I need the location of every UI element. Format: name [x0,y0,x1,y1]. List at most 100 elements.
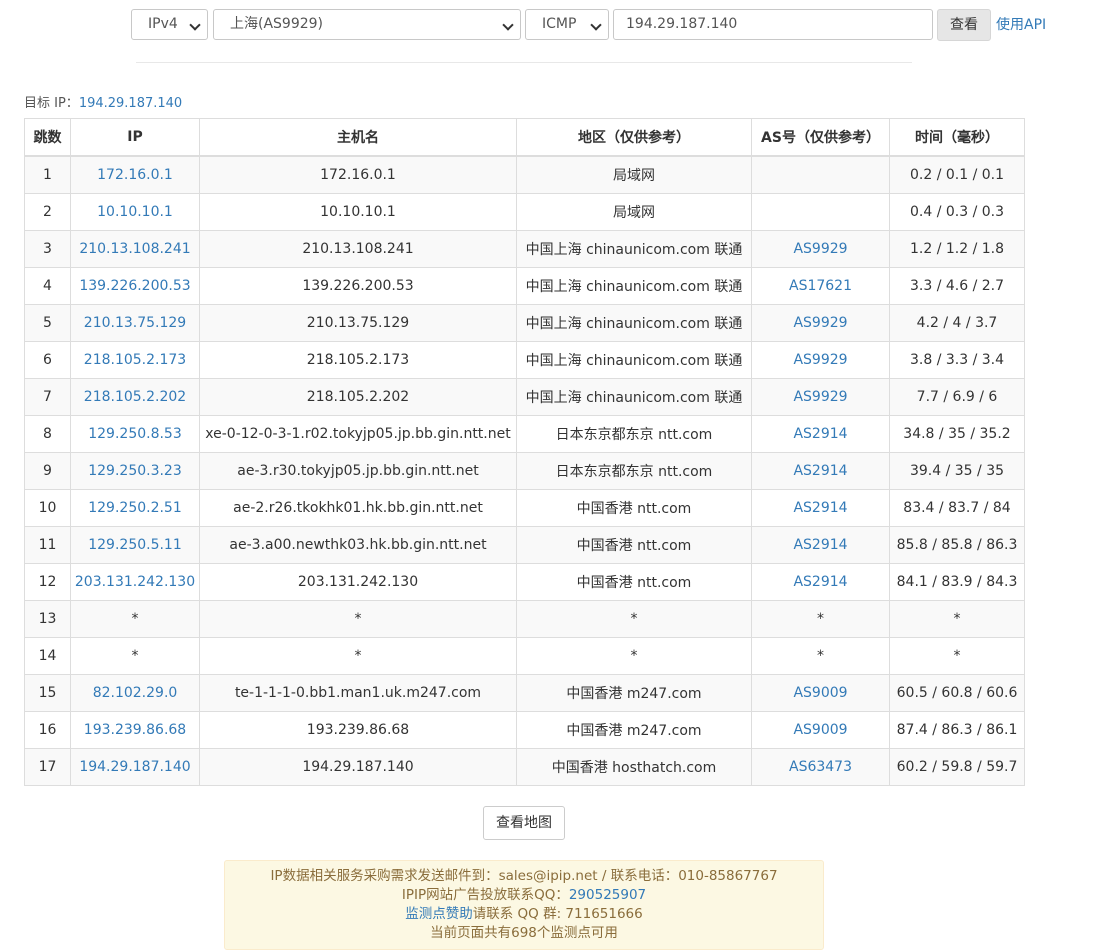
region-cell: * [516,637,752,675]
method-select-value: ICMP [542,16,577,32]
notice-sponsor-link[interactable]: 监测点赞助 [405,906,473,922]
hostname-cell: te-1-1-1-0.bb1.man1.uk.m247.com [199,674,517,712]
hop-cell: 12 [24,563,71,601]
asn-link[interactable]: AS9929 [751,230,890,268]
table-row: 2 10.10.10.1 10.10.10.1 局域网 0.4 / 0.3 / 0.3 [24,193,1025,231]
region-cell: 日本东京都东京 ntt.com [516,452,752,490]
time-cell: * [889,600,1025,638]
hostname-cell: 194.29.187.140 [199,748,517,786]
target-ip-link[interactable]: 194.29.187.140 [79,96,182,111]
region-cell: 中国香港 m247.com [516,674,752,712]
ip-link[interactable]: 129.250.3.23 [70,452,200,490]
asn-link[interactable]: AS2914 [751,563,890,601]
asn-link: * [751,600,890,638]
query-button[interactable]: 查看 [937,9,991,41]
hostname-cell: 218.105.2.173 [199,341,517,379]
node-select[interactable]: 上海(AS9929) [213,9,521,40]
target-ip-line: 目标 IP：194.29.187.140 [24,92,182,111]
ip-link[interactable]: 129.250.8.53 [70,415,200,453]
header-hop: 跳数 [24,118,71,157]
time-cell: 85.8 / 85.8 / 86.3 [889,526,1025,564]
ip-link[interactable]: 210.13.108.241 [70,230,200,268]
hostname-cell: 218.105.2.202 [199,378,517,416]
notice-box: IP数据相关服务采购需求发送邮件到：sales@ipip.net / 联系电话：… [224,860,824,950]
target-ip-label: 目标 IP： [24,96,79,111]
time-cell: 60.5 / 60.8 / 60.6 [889,674,1025,712]
table-row: 17 194.29.187.140 194.29.187.140 中国香港 hosth… [24,748,1025,786]
notice-ad-qq-link[interactable]: 290525907 [569,887,646,903]
region-cell: 中国香港 hosthatch.com [516,748,752,786]
asn-link[interactable]: AS2914 [751,452,890,490]
hostname-cell: 172.16.0.1 [199,155,517,194]
node-select-value: 上海(AS9929) [230,16,324,32]
asn-link[interactable]: AS9009 [751,711,890,749]
chevron-down-icon [502,19,514,31]
hostname-cell: xe-0-12-0-3-1.r02.tokyjp05.jp.bb.gin.ntt… [199,415,517,453]
hostname-cell: 10.10.10.1 [199,193,517,231]
table-row: 15 82.102.29.0 te-1-1-1-0.bb1.man1.uk.m247… [24,674,1025,712]
use-api-link[interactable]: 使用API [996,14,1046,34]
header-asn: AS号（仅供参考） [751,118,890,157]
time-cell: 39.4 / 35 / 35 [889,452,1025,490]
hop-cell: 3 [24,230,71,268]
time-cell: 4.2 / 4 / 3.7 [889,304,1025,342]
divider [136,62,912,63]
notice-ad-line: IPIP网站广告投放联系QQ：290525907 [225,886,823,905]
table-row: 9 129.250.3.23 ae-3.r30.tokyjp05.jp.bb.gin… [24,452,1025,490]
header-time: 时间（毫秒） [889,118,1025,157]
ip-link[interactable]: 210.13.75.129 [70,304,200,342]
ip-link[interactable]: 218.105.2.202 [70,378,200,416]
table-row: 5 210.13.75.129 210.13.75.129 中国上海 chinauni… [24,304,1025,342]
header-ip: IP [70,118,200,157]
asn-link[interactable]: AS2914 [751,415,890,453]
ip-link[interactable]: 203.131.242.130 [70,563,200,601]
region-cell: 中国上海 chinaunicom.com 联通 [516,341,752,379]
ip-link[interactable]: 82.102.29.0 [70,674,200,712]
table-header-row: 跳数 IP 主机名 地区（仅供参考） AS号（仅供参考） 时间（毫秒） [24,118,1025,157]
ip-link[interactable]: 129.250.2.51 [70,489,200,527]
region-cell: 局域网 [516,155,752,194]
region-cell: 局域网 [516,193,752,231]
region-cell: 中国香港 ntt.com [516,563,752,601]
region-cell: 中国上海 chinaunicom.com 联通 [516,267,752,305]
protocol-select[interactable]: IPv4 [131,9,208,40]
ip-link[interactable]: 172.16.0.1 [70,155,200,194]
hop-cell: 9 [24,452,71,490]
asn-link[interactable]: AS63473 [751,748,890,786]
hostname-cell: 139.226.200.53 [199,267,517,305]
header-region: 地区（仅供参考） [516,118,752,157]
target-ip-input[interactable]: 194.29.187.140 [613,9,933,40]
time-cell: 0.2 / 0.1 / 0.1 [889,155,1025,194]
ip-link: * [70,600,200,638]
asn-link[interactable]: AS2914 [751,489,890,527]
asn-link[interactable]: AS9009 [751,674,890,712]
time-cell: 0.4 / 0.3 / 0.3 [889,193,1025,231]
asn-link[interactable]: AS9929 [751,304,890,342]
asn-link[interactable]: AS17621 [751,267,890,305]
asn-link [751,193,890,231]
ip-link[interactable]: 129.250.5.11 [70,526,200,564]
ip-link[interactable]: 194.29.187.140 [70,748,200,786]
hostname-cell: 203.131.242.130 [199,563,517,601]
table-row: 7 218.105.2.202 218.105.2.202 中国上海 chinauni… [24,378,1025,416]
ip-link[interactable]: 218.105.2.173 [70,341,200,379]
ip-link[interactable]: 10.10.10.1 [70,193,200,231]
hostname-cell: ae-3.r30.tokyjp05.jp.bb.gin.ntt.net [199,452,517,490]
hostname-cell: * [199,637,517,675]
hop-cell: 13 [24,600,71,638]
asn-link[interactable]: AS9929 [751,341,890,379]
region-cell: 中国香港 ntt.com [516,489,752,527]
time-cell: 60.2 / 59.8 / 59.7 [889,748,1025,786]
ip-link[interactable]: 193.239.86.68 [70,711,200,749]
table-row: 1 172.16.0.1 172.16.0.1 局域网 0.2 / 0.1 / 0.1 [24,155,1025,194]
region-cell: * [516,600,752,638]
view-map-button[interactable]: 查看地图 [483,806,565,840]
asn-link[interactable]: AS9929 [751,378,890,416]
asn-link[interactable]: AS2914 [751,526,890,564]
hop-cell: 6 [24,341,71,379]
table-row: 3 210.13.108.241 210.13.108.241 中国上海 chinau… [24,230,1025,268]
hostname-cell: ae-3.a00.newthk03.hk.bb.gin.ntt.net [199,526,517,564]
ip-link[interactable]: 139.226.200.53 [70,267,200,305]
method-select[interactable]: ICMP [525,9,609,40]
hop-cell: 2 [24,193,71,231]
